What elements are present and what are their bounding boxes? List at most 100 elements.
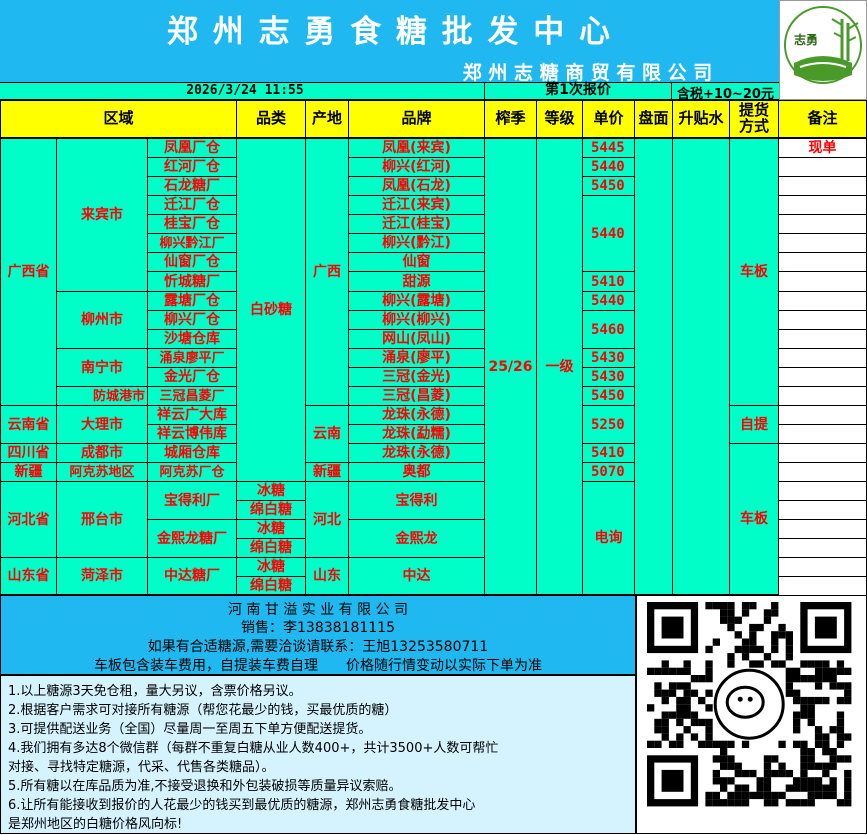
col-season: 榨季: [484, 100, 537, 138]
warehouse-cell: 沙塘仓库: [147, 329, 237, 349]
remark-cell: [778, 348, 867, 368]
warehouse-cell: 城厢仓库: [147, 443, 237, 463]
warehouse-cell: 柳兴黔江厂: [147, 233, 237, 253]
market-cell: [634, 138, 673, 595]
price-cell: 5445: [582, 138, 635, 158]
brand-cell: 甜源: [348, 271, 485, 292]
remark-cell: [778, 233, 867, 253]
city-cell: 大理市: [56, 405, 148, 444]
brand-cell: 三冠(金光): [348, 367, 485, 387]
col-grade: 等级: [536, 100, 583, 138]
city-cell: 菏泽市: [56, 557, 148, 595]
remark-cell: [778, 576, 867, 596]
remark-cell: [778, 291, 867, 311]
warehouse-cell: 红河厂仓: [147, 157, 237, 177]
brand-cell: 柳兴(红河): [348, 157, 485, 177]
province-cell: 山东省: [0, 557, 57, 595]
subtitle: 郑 州 志 糖 商 贸 有 限 公 司: [462, 62, 713, 84]
category-cell: 冰糖: [236, 519, 306, 539]
brand-cell: 迁江(来宾): [348, 195, 485, 215]
qr-code-icon[interactable]: [637, 596, 864, 831]
price-cell: 5460: [582, 310, 635, 349]
remark-cell: [778, 500, 867, 520]
remark-cell: [778, 405, 867, 425]
quote-datetime: 2026/3/24 11:55: [186, 83, 304, 98]
brand-cell: 柳兴(柳兴): [348, 310, 485, 330]
price-cell: 电询: [582, 481, 635, 595]
origin-cell: 广西: [305, 138, 349, 406]
price-cell: 5250: [582, 405, 635, 444]
brand-cell: 奥都: [348, 462, 485, 482]
remark-cell: [778, 481, 867, 501]
remark-cell: [778, 329, 867, 349]
warehouse-cell: 金光厂仓: [147, 367, 237, 387]
warehouse-cell: 阿克苏厂仓: [147, 462, 237, 482]
category-cell: 绵白糖: [236, 576, 306, 595]
province-cell: 新疆: [0, 462, 57, 482]
price-cell: 5440: [582, 157, 635, 177]
term-line: 6.让所有能接收到报价的人花最少的钱买到最优质的糖源，郑州志勇食糖批发中心: [8, 798, 476, 813]
category-cell: 绵白糖: [236, 538, 306, 558]
price-cell: 5430: [582, 367, 635, 387]
premium-cell: [672, 138, 730, 595]
city-cell: 柳州市: [56, 291, 148, 349]
warehouse-cell: 迁江厂仓: [147, 195, 237, 215]
remark-cell: [778, 557, 867, 577]
price-cell: 5070: [582, 462, 635, 482]
brand-cell: 中达: [348, 557, 485, 595]
warehouse-cell: 柳兴厂仓: [147, 310, 237, 330]
price-cell: 5450: [582, 176, 635, 196]
quote-round: 第1次报价: [484, 82, 672, 100]
price-cell: 5450: [582, 386, 635, 406]
warehouse-cell: 金熙龙糖厂: [147, 519, 237, 558]
brand-cell: 凤凰(石龙): [348, 176, 485, 196]
col-origin: 产地: [305, 100, 349, 138]
remark-cell: [778, 367, 867, 387]
remark-cell: [778, 462, 867, 482]
remark-cell: [778, 176, 867, 196]
warehouse-cell: 石龙糖厂: [147, 176, 237, 196]
province-cell: 四川省: [0, 443, 57, 463]
city-cell: 南宁市: [56, 348, 148, 387]
col-market: 盘面: [634, 100, 673, 138]
pickup-cell: 自提: [729, 405, 779, 444]
price-cell: 5440: [582, 195, 635, 272]
main-title: 郑 州 志 勇 食 糖 批 发 中 心: [166, 14, 613, 50]
city-cell: 防城港市: [56, 386, 148, 406]
brand-cell: 龙珠(永德): [348, 405, 485, 425]
city-cell: 来宾市: [56, 138, 148, 292]
brand-cell: 龙珠(勐糯): [348, 424, 485, 444]
warehouse-cell: 桂宝厂仓: [147, 214, 237, 234]
price-cell: 5430: [582, 348, 635, 368]
remark-cell: [778, 424, 867, 444]
brand-cell: 金熙龙: [348, 519, 485, 558]
province-cell: 云南省: [0, 405, 57, 444]
brand-cell: 迁江(桂宝): [348, 214, 485, 234]
col-price: 单价: [582, 100, 635, 138]
warehouse-cell: 涌泉廖平厂: [147, 348, 237, 368]
term-line: 2.根据客户需求可对接所有糖源（帮您花最少的钱，买最优质的糖）: [8, 703, 398, 718]
brand-cell: 柳兴(黔江): [348, 233, 485, 253]
col-brand: 品牌: [348, 100, 485, 138]
col-region: 区域: [0, 100, 237, 138]
brand-cell: 凤凰(来宾): [348, 138, 485, 158]
pickup-cell: 车板: [729, 443, 779, 595]
warehouse-cell: 忻城糖厂: [147, 271, 237, 292]
province-cell: 广西省: [0, 138, 57, 406]
pickup-cell: 车板: [729, 138, 779, 406]
category-cell: 绵白糖: [236, 500, 306, 520]
term-line: 对接、寻找特定糖源，代采、代售各类糖品）。: [8, 760, 275, 775]
term-line: 3.可提供配送业务（全国）尽量周一至周五下单方便配送提货。: [8, 722, 372, 737]
category-cell: 白砂糖: [236, 138, 306, 482]
logo-text: 志勇: [794, 33, 819, 47]
remark-cell: [778, 214, 867, 234]
grade-cell: 一级: [536, 138, 583, 595]
term-line: 1.以上糖源3天免仓租，量大另议，含票价格另议。: [8, 684, 302, 699]
warehouse-cell: 祥云博伟库: [147, 424, 237, 444]
origin-cell: 云南: [305, 405, 349, 463]
brand-cell: 龙珠(永德): [348, 443, 485, 463]
brand-cell: 涌泉(廖平): [348, 348, 485, 368]
province-cell: 河北省: [0, 481, 57, 558]
warehouse-cell: 仙窗厂仓: [147, 252, 237, 272]
city-cell: 阿克苏地区: [56, 462, 148, 482]
